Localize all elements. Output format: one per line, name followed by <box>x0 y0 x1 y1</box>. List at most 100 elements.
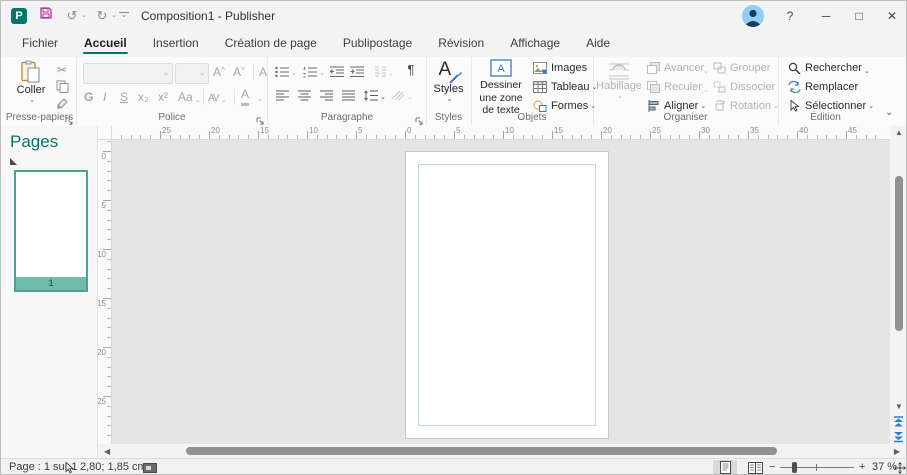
ruler-corner <box>98 126 112 140</box>
change-case-button[interactable]: Aa⌄ <box>178 87 201 106</box>
zoom-in-button[interactable]: + <box>859 461 865 473</box>
help-button[interactable]: ? <box>773 1 807 31</box>
vertical-scrollbar-thumb[interactable] <box>895 176 903 331</box>
line-spacing-icon[interactable] <box>362 87 380 104</box>
decrease-indent-icon[interactable] <box>328 63 346 80</box>
horizontal-ruler[interactable]: 252015105051015202530354045 <box>112 126 890 140</box>
bring-forward-dropdown-icon: ⌄ <box>703 67 709 75</box>
subscript-button[interactable]: x₂ <box>138 87 149 106</box>
find-dropdown-icon[interactable]: ⌄ <box>864 67 870 75</box>
align-objects-button[interactable]: Aligner ⌄ <box>647 100 706 112</box>
undo-button[interactable]: ↺ <box>61 5 83 27</box>
pages-collapse-icon[interactable] <box>10 158 17 165</box>
object-size-icon[interactable] <box>143 463 157 475</box>
bullets-icon[interactable] <box>273 63 291 80</box>
paragraph-dialog-launcher-icon[interactable] <box>415 113 424 122</box>
cut-icon[interactable]: ✂ <box>53 61 71 78</box>
save-button[interactable] <box>35 5 57 27</box>
clipboard-dialog-launcher-icon[interactable] <box>65 113 74 122</box>
tab-aide[interactable]: Aide <box>573 31 623 57</box>
numbering-icon[interactable] <box>301 63 319 80</box>
shrink-font-button[interactable]: A˅ <box>233 62 245 81</box>
shapes-button[interactable]: Formes ⌄ <box>533 100 596 112</box>
increase-indent-icon[interactable] <box>348 63 366 80</box>
columns-icon[interactable] <box>371 63 389 80</box>
italic-button[interactable]: I <box>103 87 106 106</box>
vertical-ruler[interactable]: 0510152025 <box>98 140 112 444</box>
replace-button[interactable]: Remplacer <box>788 81 858 93</box>
single-page-view-button[interactable] <box>713 460 737 475</box>
font-color-button[interactable]: A <box>241 87 249 106</box>
select-button[interactable]: Sélectionner ⌄ <box>788 100 874 112</box>
rotate-button: Rotation ⌄ <box>713 100 779 112</box>
bullets-dropdown-icon[interactable]: ⌄ <box>291 69 297 77</box>
tab-creation-de-page[interactable]: Création de page <box>212 31 330 57</box>
tab-fichier[interactable]: Fichier <box>9 31 71 57</box>
show-paragraph-marks-icon[interactable]: ¶ <box>402 61 420 78</box>
tab-revision[interactable]: Révision <box>425 31 497 57</box>
paste-label: Coller <box>17 84 46 96</box>
zoom-out-button[interactable]: − <box>769 461 775 473</box>
tab-affichage[interactable]: Affichage <box>497 31 573 57</box>
grow-font-button[interactable]: A˄ <box>213 62 225 81</box>
find-button[interactable]: Rechercher <box>788 62 862 74</box>
align-left-icon[interactable] <box>273 87 291 104</box>
images-button[interactable]: Images <box>533 62 587 74</box>
close-button[interactable]: ✕ <box>875 1 907 31</box>
format-painter-icon[interactable] <box>53 95 71 112</box>
redo-button[interactable]: ↻ <box>91 5 113 27</box>
numbering-dropdown-icon[interactable]: ⌄ <box>319 69 325 77</box>
table-button[interactable]: Tableau ⌄ <box>533 81 597 93</box>
search-icon <box>788 62 801 74</box>
undo-dropdown-icon[interactable]: ⌄ <box>81 11 87 19</box>
justify-icon[interactable] <box>339 87 357 104</box>
fit-page-button[interactable] <box>894 462 906 475</box>
horizontal-scrollbar[interactable]: ◀ ▶ <box>98 444 907 458</box>
page-thumbnail[interactable]: 1 <box>14 170 88 292</box>
scroll-up-icon[interactable]: ▲ <box>895 128 903 137</box>
styles-button[interactable]: A Styles ⌄ <box>428 59 469 103</box>
account-avatar[interactable] <box>742 5 764 27</box>
object-position[interactable]: 2,80; 1,85 cm <box>80 461 147 473</box>
next-page-button[interactable] <box>892 430 906 444</box>
group-button: Grouper <box>713 62 770 74</box>
document-canvas[interactable] <box>112 140 890 444</box>
character-spacing-button[interactable]: AV⌄ <box>208 87 225 106</box>
qat-customize-icon[interactable]: ⌄ <box>119 12 129 21</box>
bold-button[interactable]: G <box>84 87 93 106</box>
clear-formatting-button[interactable]: A <box>259 62 267 81</box>
line-spacing-dropdown-icon[interactable]: ⌄ <box>380 93 386 101</box>
pages-panel: Pages 1 <box>1 126 98 458</box>
scroll-right-icon[interactable]: ▶ <box>894 447 900 456</box>
font-size-combobox[interactable]: ⌄ <box>175 63 209 84</box>
zoom-slider-notch <box>816 464 817 471</box>
vertical-scrollbar[interactable]: ▲ ▼ <box>890 126 907 458</box>
maximize-button[interactable]: □ <box>842 1 876 31</box>
align-right-icon[interactable] <box>317 87 335 104</box>
scroll-left-icon[interactable]: ◀ <box>104 447 110 456</box>
paste-button[interactable]: Coller ⌄ <box>11 60 51 104</box>
scroll-down-icon[interactable]: ▼ <box>895 402 903 411</box>
shading-icon[interactable] <box>389 87 407 104</box>
previous-page-button[interactable] <box>892 415 906 429</box>
tab-accueil[interactable]: Accueil <box>71 31 140 57</box>
font-color-dropdown-icon[interactable]: ⌄ <box>257 95 263 103</box>
draw-textbox-button[interactable]: A Dessiner une zone de texte <box>473 59 529 117</box>
horizontal-scrollbar-thumb[interactable] <box>186 447 777 455</box>
underline-button[interactable]: S <box>120 87 128 106</box>
two-page-view-button[interactable] <box>743 460 767 475</box>
collapse-ribbon-icon[interactable]: ⌄ <box>885 107 893 118</box>
publication-page[interactable] <box>405 151 609 439</box>
font-dialog-launcher-icon[interactable] <box>256 113 265 122</box>
minimize-button[interactable]: ─ <box>809 1 843 31</box>
copy-icon[interactable] <box>53 78 71 95</box>
styles-brush-icon <box>449 70 463 84</box>
redo-dropdown-icon[interactable]: ⌄ <box>111 11 117 19</box>
tab-insertion[interactable]: Insertion <box>140 31 212 57</box>
zoom-slider-thumb[interactable] <box>792 462 797 473</box>
align-center-icon[interactable] <box>295 87 313 104</box>
double-chevron-down-icon <box>892 430 905 443</box>
tab-publipostage[interactable]: Publipostage <box>330 31 425 57</box>
font-name-combobox[interactable]: ⌄ <box>83 63 173 84</box>
superscript-button[interactable]: x² <box>158 87 168 106</box>
